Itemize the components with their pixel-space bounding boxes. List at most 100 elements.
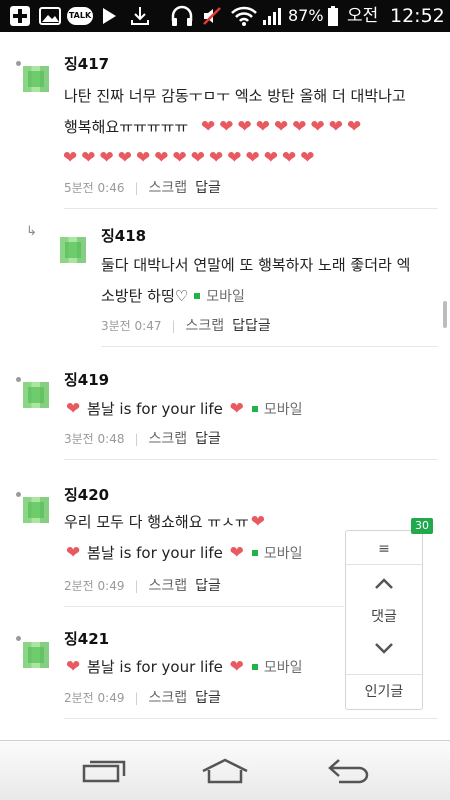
scrap-button[interactable]: 스크랩 xyxy=(149,180,188,196)
mobile-indicator-icon xyxy=(251,663,258,670)
meta-separator: | xyxy=(171,319,176,333)
heart-icon: ❤ xyxy=(292,117,307,137)
divider xyxy=(64,459,438,460)
comment-text-line: 소방탄 하띵♡ 모바일 xyxy=(101,281,441,313)
divider xyxy=(64,208,438,209)
meta-separator: | xyxy=(134,181,139,195)
scrollbar-thumb[interactable] xyxy=(443,301,447,328)
list-bullet xyxy=(16,61,21,66)
heart-icon: ❤ xyxy=(66,657,81,677)
mute-icon xyxy=(200,0,224,32)
recent-apps-icon xyxy=(82,760,126,783)
comment-text: 봄날 is for your life xyxy=(87,400,223,418)
comment-time: 5분전 0:46 xyxy=(64,181,125,195)
heart-icon: ❤ xyxy=(328,117,343,137)
mobile-indicator-icon xyxy=(251,549,258,556)
heart-icon: ❤ xyxy=(200,117,216,137)
heart-icon: ❤ xyxy=(300,148,315,168)
heart-icon: ❤ xyxy=(237,117,252,137)
comment-text: 우리 모두 다 행쇼해요 ㅠㅅㅠ xyxy=(64,513,249,531)
heart-row: ❤ ❤ ❤ ❤ ❤ ❤ ❤ ❤ ❤ ❤ ❤ ❤ ❤ ❤ xyxy=(61,143,434,174)
heart-icon: ❤ xyxy=(117,148,132,168)
heart-icon: ❤ xyxy=(310,117,325,137)
heart-icon: ❤ xyxy=(99,148,114,168)
scrap-button[interactable]: 스크랩 xyxy=(186,318,225,334)
navigation-bar xyxy=(0,740,450,800)
heart-icon: ❤ xyxy=(66,543,81,563)
comment-username[interactable]: 징420 xyxy=(64,484,109,505)
heart-icon: ❤ xyxy=(66,399,81,419)
home-button[interactable] xyxy=(196,741,254,800)
reply-button[interactable]: 답글 xyxy=(195,690,221,706)
heart-icon: ❤ xyxy=(229,657,244,677)
scroll-down-button[interactable] xyxy=(346,641,422,663)
scrap-button[interactable]: 스크랩 xyxy=(149,578,188,594)
play-icon xyxy=(99,0,119,32)
scroll-up-button[interactable] xyxy=(346,575,422,597)
comment-text-line: 행복해요ㅠㅠㅠㅠㅠ ❤ ❤ ❤ ❤ ❤ ❤ ❤ ❤ ❤ xyxy=(64,112,434,143)
download-icon xyxy=(127,0,153,32)
mobile-tag: 모바일 xyxy=(206,289,245,305)
heart-icon: ❤ xyxy=(282,148,297,168)
comment-username[interactable]: 징421 xyxy=(64,628,109,649)
clock-time: 12:52 xyxy=(390,5,445,27)
heart-icon: ❤ xyxy=(172,148,187,168)
panel-divider xyxy=(346,674,422,675)
divider xyxy=(64,718,438,719)
heart-icon: ❤ xyxy=(227,148,242,168)
divider xyxy=(64,606,344,607)
mobile-tag: 모바일 xyxy=(263,660,303,676)
battery-percent: 87% xyxy=(288,6,324,25)
reply-button[interactable]: 답글 xyxy=(195,180,221,196)
popular-posts-button[interactable]: 인기글 xyxy=(346,681,422,703)
reply-arrow-icon: ↳ xyxy=(26,224,37,239)
heart-icon: ❤ xyxy=(136,148,151,168)
comment-meta: 2분전 0:49 | 스크랩 답글 xyxy=(64,688,221,708)
mobile-tag: 모바일 xyxy=(263,402,303,418)
comments-label[interactable]: 댓글 xyxy=(346,607,422,627)
heart-icon: ❤ xyxy=(346,117,362,137)
gallery-icon xyxy=(38,0,62,32)
mobile-indicator-icon xyxy=(251,405,258,412)
heart-icon: ❤ xyxy=(154,148,169,168)
menu-icon[interactable]: ≡ xyxy=(346,539,422,559)
avatar[interactable] xyxy=(23,66,49,92)
comment-body: 둘다 대박나서 연말에 또 행복하자 노래 좋더라 엑 소방탄 하띵♡ 모바일 xyxy=(101,250,441,313)
meta-separator: | xyxy=(134,432,139,446)
heart-icon: ❤ xyxy=(255,117,270,137)
avatar[interactable] xyxy=(23,382,49,408)
recent-apps-button[interactable] xyxy=(76,741,132,800)
comment-meta: 5분전 0:46 | 스크랩 답글 xyxy=(64,178,221,198)
reply-button[interactable]: 답글 xyxy=(195,578,221,594)
comment-meta: 3분전 0:48 | 스크랩 답글 xyxy=(64,429,221,449)
comment-body: ❤ 봄날 is for your life ❤ 모바일 xyxy=(64,652,344,684)
home-icon xyxy=(202,758,248,784)
avatar[interactable] xyxy=(23,497,49,523)
add-notification-icon xyxy=(8,0,32,32)
comment-time: 2분전 0:49 xyxy=(64,691,125,705)
avatar[interactable] xyxy=(23,642,49,668)
comment-username[interactable]: 징418 xyxy=(101,225,146,246)
scrap-button[interactable]: 스크랩 xyxy=(149,690,188,706)
heart-icon: ❤ xyxy=(250,512,265,532)
comment-username[interactable]: 징417 xyxy=(64,53,109,74)
heart-icon: ❤ xyxy=(229,399,244,419)
comment-time: 3분전 0:47 xyxy=(101,319,162,333)
heart-icon: ❤ xyxy=(219,117,234,137)
meta-separator: | xyxy=(134,579,139,593)
comment-username[interactable]: 징419 xyxy=(64,369,109,390)
reply-button[interactable]: 답답글 xyxy=(232,318,271,334)
reply-button[interactable]: 답글 xyxy=(195,431,221,447)
comment-text-line: 둘다 대박나서 연말에 또 행복하자 노래 좋더라 엑 xyxy=(101,256,411,274)
back-button[interactable] xyxy=(320,741,376,800)
chevron-up-icon xyxy=(375,578,393,589)
wifi-icon xyxy=(229,0,259,32)
ampm-label: 오전 xyxy=(347,6,379,26)
comment-body: 우리 모두 다 행쇼해요 ㅠㅅㅠ ❤ ❤ 봄날 is for your life … xyxy=(64,507,344,570)
talk-label: TALK xyxy=(67,7,93,25)
meta-separator: | xyxy=(134,691,139,705)
scrap-button[interactable]: 스크랩 xyxy=(149,431,188,447)
mobile-indicator-icon xyxy=(194,292,201,299)
avatar[interactable] xyxy=(60,237,86,263)
heart-icon: ❤ xyxy=(209,148,224,168)
